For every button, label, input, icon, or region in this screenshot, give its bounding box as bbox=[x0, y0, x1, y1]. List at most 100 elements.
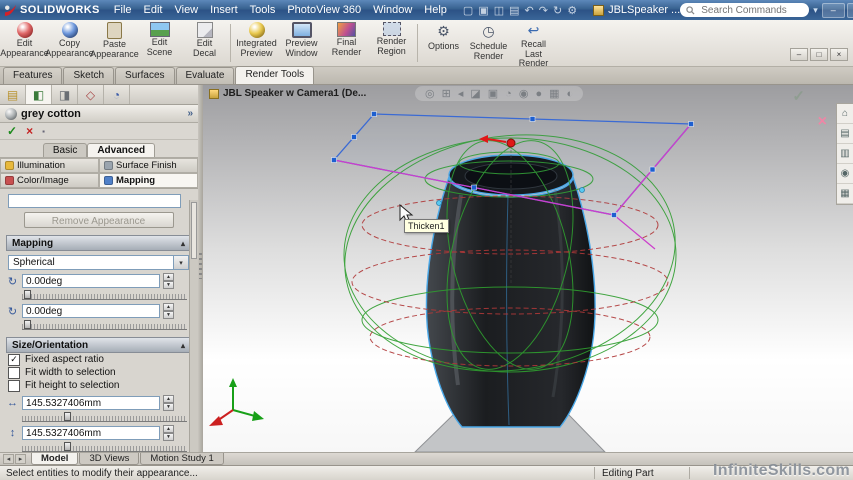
tab-features[interactable]: Features bbox=[3, 67, 63, 84]
pin-icon[interactable]: ▪ bbox=[42, 127, 45, 136]
size-orientation-group-header[interactable]: Size/Orientation ▴ bbox=[6, 337, 191, 353]
dropdown-arrow-icon[interactable]: ▾ bbox=[173, 256, 188, 269]
section-tab-mapping[interactable]: Mapping bbox=[99, 173, 198, 188]
recall-last-render-button[interactable]: ↩ Recall Last Render bbox=[511, 21, 556, 68]
mode-tab-basic[interactable]: Basic bbox=[42, 143, 88, 157]
slider-thumb[interactable] bbox=[24, 320, 31, 329]
scrollbar-thumb[interactable] bbox=[191, 202, 197, 259]
rotation2-slider[interactable] bbox=[22, 320, 187, 330]
panel-tab-configurationmanager[interactable]: ◨ bbox=[52, 85, 78, 104]
doc-maximize-button[interactable]: □ bbox=[810, 48, 828, 61]
tab-evaluate[interactable]: Evaluate bbox=[175, 67, 235, 84]
menu-view[interactable]: View bbox=[168, 3, 204, 17]
panel-tab-propertymanager[interactable]: ◧ bbox=[26, 85, 52, 104]
save-document-icon[interactable]: ◫ bbox=[494, 4, 504, 17]
menu-file[interactable]: File bbox=[108, 3, 138, 17]
file-explorer-icon[interactable]: ▥ bbox=[837, 144, 853, 164]
remove-appearance-button[interactable]: Remove Appearance bbox=[23, 212, 174, 228]
spin-up-icon[interactable]: ▲ bbox=[163, 395, 174, 403]
spin-down-icon[interactable]: ▼ bbox=[163, 311, 174, 319]
section-tab-surface-finish[interactable]: Surface Finish bbox=[99, 158, 198, 173]
edit-appearance-button[interactable]: Edit Appearance bbox=[0, 21, 49, 65]
menu-insert[interactable]: Insert bbox=[204, 3, 244, 17]
selected-geometry-list[interactable] bbox=[8, 194, 181, 208]
rotation2-field[interactable]: 0.00deg bbox=[22, 304, 160, 318]
cancel-icon[interactable]: × bbox=[26, 124, 33, 138]
spin-down-icon[interactable]: ▼ bbox=[163, 281, 174, 289]
schedule-render-button[interactable]: ◷ Schedule Render bbox=[466, 21, 511, 65]
scroll-last-button[interactable]: ▸ bbox=[15, 454, 26, 464]
zoom-fit-icon[interactable]: ◎ bbox=[425, 87, 435, 100]
panel-tab-displaymanager[interactable]: ◔ bbox=[104, 85, 130, 104]
integrated-preview-button[interactable]: Integrated Preview bbox=[234, 21, 279, 65]
minimize-button[interactable]: – bbox=[821, 2, 845, 18]
options-button[interactable]: ⚙ Options bbox=[421, 21, 466, 65]
section-tab-illumination[interactable]: Illumination bbox=[0, 158, 99, 173]
confirmation-corner-check-icon[interactable]: ✓ bbox=[792, 87, 805, 105]
view-orientation-icon[interactable]: ▣ bbox=[488, 87, 498, 100]
section-tab-color-image[interactable]: Color/Image bbox=[0, 173, 99, 188]
redo-icon[interactable]: ↷ bbox=[539, 4, 548, 17]
menu-window[interactable]: Window bbox=[367, 3, 418, 17]
close-preview-icon[interactable]: × bbox=[818, 113, 827, 131]
previous-view-icon[interactable]: ◂ bbox=[458, 87, 464, 100]
hide-show-items-icon[interactable]: ◉ bbox=[519, 87, 529, 100]
tab-render-tools[interactable]: Render Tools bbox=[235, 66, 315, 84]
doc-minimize-button[interactable]: – bbox=[790, 48, 808, 61]
menu-photoview-360[interactable]: PhotoView 360 bbox=[281, 3, 367, 17]
height-field[interactable]: 145.5327406mm bbox=[22, 426, 160, 440]
solidworks-resources-icon[interactable]: ⌂ bbox=[837, 104, 853, 124]
mapping-group-header[interactable]: Mapping ▴ bbox=[6, 235, 191, 251]
checkbox-fit-width-to-selection[interactable] bbox=[8, 366, 20, 379]
appearances-scenes-icon[interactable]: ◉ bbox=[837, 164, 853, 184]
maximize-button[interactable]: □ bbox=[846, 2, 853, 18]
spin-up-icon[interactable]: ▲ bbox=[163, 425, 174, 433]
slider-thumb[interactable] bbox=[24, 290, 31, 299]
checkbox-fixed-aspect-ratio[interactable]: ✓ bbox=[8, 353, 20, 366]
slider-thumb[interactable] bbox=[64, 442, 71, 451]
search-chevron-icon[interactable]: ▾ bbox=[813, 5, 818, 16]
apply-scene-icon[interactable]: ▦ bbox=[549, 87, 559, 100]
panel-scrollbar[interactable] bbox=[189, 200, 198, 452]
tab-surfaces[interactable]: Surfaces bbox=[115, 67, 175, 84]
edit-scene-button[interactable]: Edit Scene bbox=[137, 21, 182, 65]
undo-icon[interactable]: ↶ bbox=[525, 4, 534, 17]
options-gear-icon[interactable]: ⚙ bbox=[567, 4, 577, 17]
rotation1-field[interactable]: 0.00deg bbox=[22, 274, 160, 288]
width-field[interactable]: 145.5327406mm bbox=[22, 396, 160, 410]
panel-flyout-icon[interactable]: » bbox=[187, 108, 193, 119]
3d-scene[interactable] bbox=[203, 85, 853, 452]
model-tab-3d-views[interactable]: 3D Views bbox=[79, 453, 140, 465]
checkbox-fit-height-to-selection[interactable] bbox=[8, 379, 20, 392]
final-render-button[interactable]: Final Render bbox=[324, 21, 369, 65]
preview-window-button[interactable]: Preview Window bbox=[279, 21, 324, 65]
menu-edit[interactable]: Edit bbox=[138, 3, 169, 17]
graphics-viewport[interactable]: ◎ ⊞ ◂ ◪ ▣ ◔ ◉ ● ▦ ◐ JBL Speaker w Camera1 (De... … bbox=[203, 85, 853, 452]
menu-help[interactable]: Help bbox=[418, 3, 453, 17]
view-settings-icon[interactable]: ◐ bbox=[567, 88, 574, 100]
panel-tab-dimxpertmanager[interactable]: ◇ bbox=[78, 85, 104, 104]
model-tab-model[interactable]: Model bbox=[31, 453, 79, 465]
paste-appearance-button[interactable]: Paste Appearance bbox=[90, 21, 139, 65]
edit-decal-button[interactable]: Edit Decal bbox=[182, 21, 227, 65]
search-input[interactable] bbox=[699, 3, 804, 17]
open-document-icon[interactable]: ▣ bbox=[478, 4, 488, 17]
slider-thumb[interactable] bbox=[64, 412, 71, 421]
render-region-button[interactable]: Render Region bbox=[369, 21, 414, 65]
mapping-type-dropdown[interactable]: Spherical ▾ bbox=[8, 255, 189, 270]
design-library-icon[interactable]: ▤ bbox=[837, 124, 853, 144]
ok-icon[interactable]: ✓ bbox=[7, 124, 17, 138]
model-tab-motion-study-1[interactable]: Motion Study 1 bbox=[140, 453, 224, 465]
new-document-icon[interactable]: ▢ bbox=[463, 4, 473, 17]
print-document-icon[interactable]: ▤ bbox=[509, 4, 519, 17]
tab-sketch[interactable]: Sketch bbox=[63, 67, 115, 84]
feature-tree-flyout[interactable]: JBL Speaker w Camera1 (De... bbox=[209, 88, 366, 99]
scroll-first-button[interactable]: ◂ bbox=[3, 454, 14, 464]
custom-properties-icon[interactable]: ▦ bbox=[837, 184, 853, 204]
mode-tab-advanced[interactable]: Advanced bbox=[87, 143, 156, 157]
section-view-icon[interactable]: ◪ bbox=[470, 87, 480, 100]
width-slider[interactable] bbox=[22, 412, 187, 422]
spin-up-icon[interactable]: ▲ bbox=[163, 303, 174, 311]
display-style-icon[interactable]: ◔ bbox=[505, 88, 512, 100]
edit-appearance-hud-icon[interactable]: ● bbox=[535, 88, 542, 100]
